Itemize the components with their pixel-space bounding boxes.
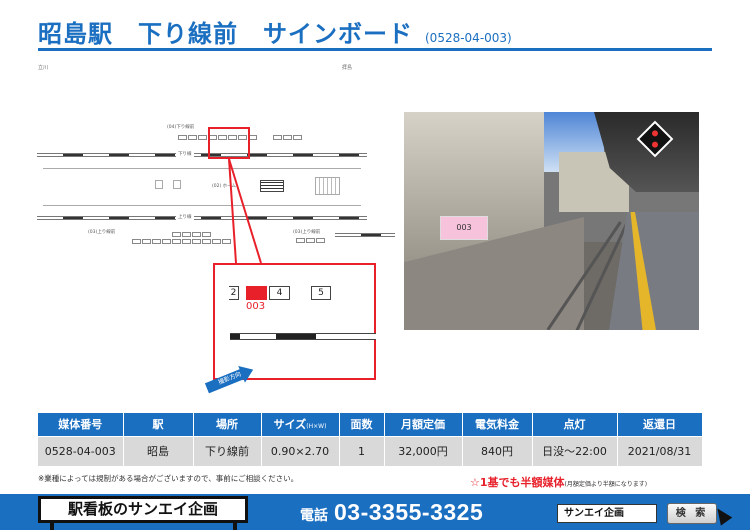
- td-monthly-price: 32,000円: [384, 435, 463, 466]
- sign-leg: [50, 523, 54, 530]
- page-title: 昭島駅 下り線前 サインボード: [38, 20, 413, 48]
- th-monthly-price: 月額定価: [384, 413, 463, 436]
- table-header-row: 媒体番号 駅 場所 サイズ(H×W) 面数 月額定価 電気料金 点灯 返還日: [38, 413, 703, 436]
- th-count: 面数: [339, 413, 385, 436]
- slot-2: 2: [229, 286, 239, 300]
- media-code: (0528-04-003): [425, 31, 512, 45]
- location-photo: 003: [404, 112, 699, 330]
- phone-contact: 電話 03-3355-3325: [300, 499, 483, 526]
- td-location: 下り線前: [193, 435, 262, 466]
- callout-line-right: [228, 158, 262, 264]
- th-size: サイズ(H×W): [261, 413, 340, 436]
- page-header: 昭島駅 下り線前 サインボード (0528-04-003): [38, 14, 512, 48]
- th-return-date: 返還日: [617, 413, 703, 436]
- td-station: 昭島: [123, 435, 194, 466]
- promo-text: ☆1基でも半額媒体(月額定価より半額になります): [470, 474, 647, 490]
- regulation-note: ※業種によっては規制がある場合がございますので、事前にご相談ください。: [38, 474, 299, 483]
- media-info-table: 媒体番号 駅 場所 サイズ(H×W) 面数 月額定価 電気料金 点灯 返還日 0…: [38, 413, 703, 466]
- td-electricity: 840円: [462, 435, 533, 466]
- promo-main: ☆1基でも半額媒体: [470, 476, 565, 489]
- promo-sub: (月額定価より半額になります): [564, 481, 648, 488]
- search-input[interactable]: サンエイ企画: [557, 504, 657, 523]
- th-electricity: 電気料金: [462, 413, 533, 436]
- sign-leg: [233, 523, 237, 530]
- search-button[interactable]: 検 索: [667, 503, 717, 524]
- callout-track: [230, 333, 376, 340]
- callout-line-left: [228, 158, 237, 264]
- phone-label: 電話: [300, 508, 328, 524]
- th-size-sub: (H×W): [306, 423, 327, 431]
- slot-4: 4: [269, 286, 290, 300]
- station-diagram: 立川 拝島 (04)下り線前 下り線 (02) ホーム 上り線 (03)上り線前…: [30, 55, 395, 385]
- signal-light: [650, 129, 660, 138]
- td-return-date: 2021/08/31: [617, 435, 703, 466]
- td-media-number: 0528-04-003: [38, 435, 124, 466]
- td-lighting: 日没〜22:00: [532, 435, 618, 466]
- th-lighting: 点灯: [532, 413, 618, 436]
- phone-number[interactable]: 03-3355-3325: [334, 499, 483, 526]
- highlight-code: 003: [246, 301, 266, 312]
- td-count: 1: [339, 435, 385, 466]
- th-media-number: 媒体番号: [38, 413, 124, 436]
- ad-board-marker: 003: [440, 216, 488, 240]
- company-sign[interactable]: 駅看板のサンエイ企画: [38, 496, 248, 523]
- callout-zoom: 2 4 5 003: [213, 263, 376, 380]
- title-divider: [38, 48, 712, 51]
- signal-light: [650, 140, 660, 149]
- th-location: 場所: [193, 413, 262, 436]
- table-row: 0528-04-003 昭島 下り線前 0.90×2.70 1 32,000円 …: [38, 435, 703, 466]
- slot-highlighted: [246, 286, 267, 300]
- slot-5: 5: [311, 286, 331, 300]
- td-size: 0.90×2.70: [261, 435, 340, 466]
- th-size-label: サイズ: [273, 418, 307, 432]
- th-station: 駅: [123, 413, 194, 436]
